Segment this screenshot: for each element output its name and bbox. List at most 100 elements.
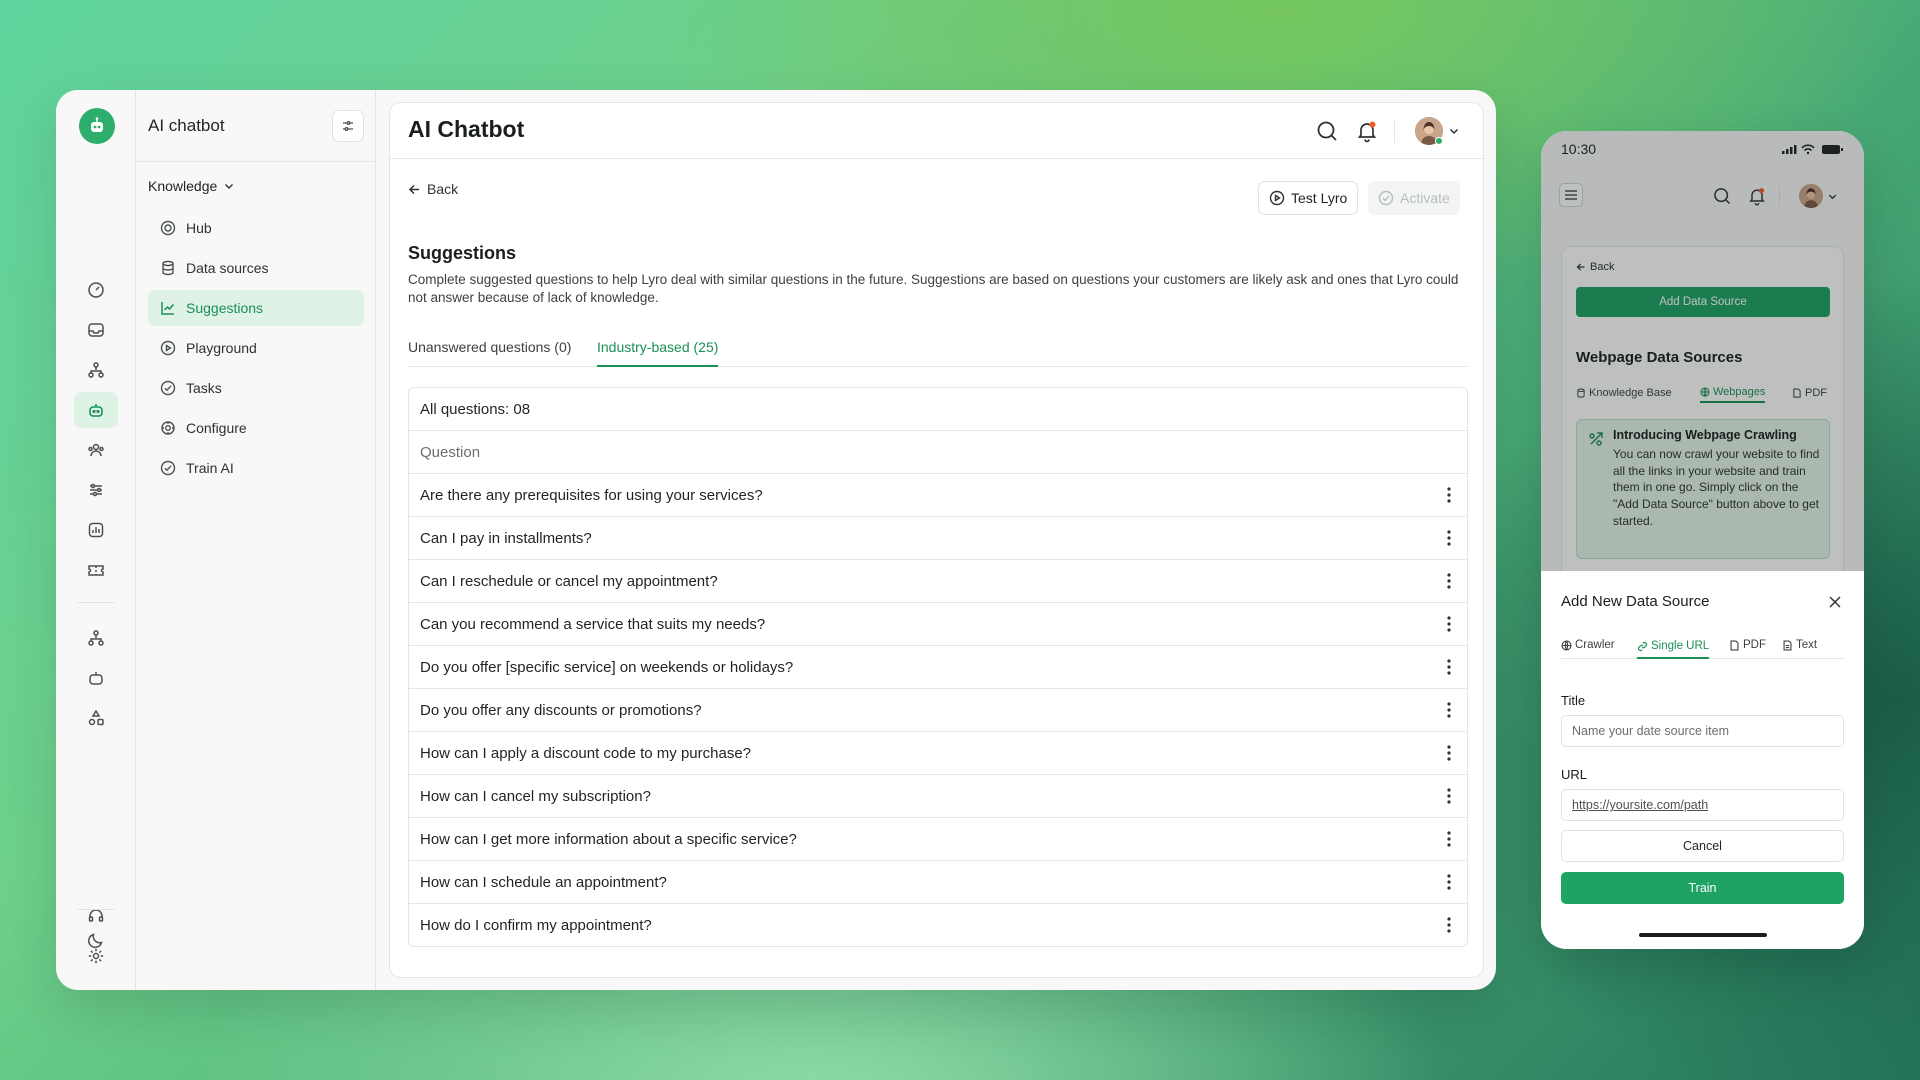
more-options-icon[interactable] bbox=[1447, 873, 1451, 891]
sidebar-item-suggestions[interactable]: Suggestions bbox=[148, 290, 364, 326]
sidebar-item-playground[interactable]: Playground bbox=[148, 330, 364, 366]
sidebar-item-hub[interactable]: Hub bbox=[148, 210, 364, 246]
cancel-button[interactable]: Cancel bbox=[1561, 830, 1844, 862]
ticket-icon[interactable] bbox=[74, 552, 118, 588]
knowledge-group-label: Knowledge bbox=[148, 178, 218, 194]
more-options-icon[interactable] bbox=[1447, 830, 1451, 848]
tab-pdf[interactable]: PDF bbox=[1729, 635, 1766, 655]
table-row[interactable]: Do you offer [specific service] on weeke… bbox=[409, 646, 1467, 689]
bot-icon[interactable] bbox=[74, 660, 118, 696]
table-row[interactable]: How can I cancel my subscription? bbox=[409, 775, 1467, 818]
table-row[interactable]: Can I pay in installments? bbox=[409, 517, 1467, 560]
table-row[interactable]: How can I schedule an appointment? bbox=[409, 861, 1467, 904]
sidebar-item-label: Data sources bbox=[186, 260, 269, 276]
add-data-source-sheet: Add New Data Source Crawler Single URL P… bbox=[1541, 571, 1864, 949]
test-lyro-label: Test Lyro bbox=[1291, 190, 1348, 206]
tab-single-url[interactable]: Single URL bbox=[1637, 635, 1710, 659]
modal-backdrop[interactable] bbox=[1541, 131, 1864, 571]
home-indicator bbox=[1639, 933, 1767, 937]
link-icon bbox=[1637, 641, 1648, 651]
url-label: URL bbox=[1561, 767, 1588, 782]
inbox-icon[interactable] bbox=[74, 312, 118, 348]
back-link[interactable]: Back bbox=[408, 181, 458, 197]
more-options-icon[interactable] bbox=[1447, 486, 1451, 504]
analytics-icon[interactable] bbox=[74, 512, 118, 548]
table-row[interactable]: Are there any prerequisites for using yo… bbox=[409, 474, 1467, 517]
tab-industry-based[interactable]: Industry-based (25) bbox=[597, 339, 719, 367]
sidebar-item-train-ai[interactable]: Train AI bbox=[148, 450, 364, 486]
more-options-icon[interactable] bbox=[1447, 615, 1451, 633]
more-options-icon[interactable] bbox=[1447, 529, 1451, 547]
question-text: Can I reschedule or cancel my appointmen… bbox=[420, 572, 718, 590]
table-row[interactable]: How can I apply a discount code to my pu… bbox=[409, 732, 1467, 775]
sidebar-title: AI chatbot bbox=[148, 116, 225, 135]
question-text: How do I confirm my appointment? bbox=[420, 917, 652, 934]
chevron-down-icon bbox=[225, 184, 234, 189]
knowledge-group-toggle[interactable]: Knowledge bbox=[148, 178, 235, 194]
train-button[interactable]: Train bbox=[1561, 872, 1844, 904]
table-row[interactable]: Do you offer any discounts or promotions… bbox=[409, 689, 1467, 732]
sidebar-item-data-sources[interactable]: Data sources bbox=[148, 250, 364, 286]
back-label: Back bbox=[427, 181, 459, 197]
globe-icon bbox=[1561, 639, 1572, 651]
more-options-icon[interactable] bbox=[1447, 744, 1451, 762]
arrow-left-icon bbox=[408, 184, 419, 194]
tab-label: Crawler bbox=[1575, 639, 1615, 651]
sidebar-item-configure[interactable]: Configure bbox=[148, 410, 364, 446]
more-options-icon[interactable] bbox=[1447, 787, 1451, 805]
question-text: How can I cancel my subscription? bbox=[420, 787, 651, 805]
dashboard-icon[interactable] bbox=[74, 272, 118, 308]
question-text: Do you offer [specific service] on weeke… bbox=[420, 658, 794, 676]
tab-crawler[interactable]: Crawler bbox=[1561, 635, 1615, 655]
question-text: Can I pay in installments? bbox=[420, 529, 592, 547]
page-title: AI Chatbot bbox=[408, 116, 525, 142]
topbar-divider bbox=[1394, 119, 1395, 143]
desktop-window: AI chatbot Knowledge Hub Data sources Su… bbox=[56, 90, 1496, 990]
close-icon[interactable] bbox=[1828, 595, 1842, 609]
more-options-icon[interactable] bbox=[1447, 916, 1451, 934]
sidebar-item-label: Hub bbox=[186, 220, 212, 236]
url-input[interactable]: https://yoursite.com/path bbox=[1561, 789, 1844, 821]
table-row[interactable]: Can I reschedule or cancel my appointmen… bbox=[409, 560, 1467, 603]
questions-table: All questions: 08 Question Are there any… bbox=[408, 387, 1468, 947]
phone-mockup: 10:30 Back Add Data Source Webpage Data … bbox=[1541, 131, 1864, 949]
more-options-icon[interactable] bbox=[1447, 572, 1451, 590]
search-icon[interactable] bbox=[1315, 119, 1339, 143]
question-text: How can I schedule an appointment? bbox=[420, 873, 667, 891]
topbar: AI Chatbot bbox=[390, 103, 1483, 159]
more-options-icon[interactable] bbox=[1447, 701, 1451, 719]
icon-rail bbox=[56, 90, 136, 990]
tab-label: PDF bbox=[1743, 639, 1766, 651]
sitemap-icon[interactable] bbox=[74, 620, 118, 656]
table-row[interactable]: Can you recommend a service that suits m… bbox=[409, 603, 1467, 646]
play-circle-icon bbox=[1269, 190, 1285, 206]
more-options-icon[interactable] bbox=[1447, 658, 1451, 676]
table-row[interactable]: How can I get more information about a s… bbox=[409, 818, 1467, 861]
tab-unanswered-questions[interactable]: Unanswered questions (0) bbox=[408, 339, 571, 367]
activate-button[interactable]: Activate bbox=[1368, 181, 1460, 215]
chevron-down-icon[interactable] bbox=[1448, 125, 1460, 137]
users-icon[interactable] bbox=[74, 432, 118, 468]
shapes-icon[interactable] bbox=[74, 700, 118, 736]
flow-icon[interactable] bbox=[74, 352, 118, 388]
test-lyro-button[interactable]: Test Lyro bbox=[1258, 181, 1359, 215]
document-icon bbox=[1783, 639, 1792, 651]
chatbot-icon[interactable] bbox=[74, 392, 118, 428]
title-label: Title bbox=[1561, 693, 1586, 708]
sliders-icon[interactable] bbox=[74, 472, 118, 508]
dark-mode-toggle[interactable] bbox=[74, 922, 118, 958]
bot-logo-icon[interactable] bbox=[79, 108, 115, 144]
tab-label: Text bbox=[1796, 639, 1818, 651]
question-text: Are there any prerequisites for using yo… bbox=[420, 486, 763, 504]
sidebar-item-tasks[interactable]: Tasks bbox=[148, 370, 364, 406]
check-circle-icon bbox=[160, 460, 176, 476]
section-description: Complete suggested questions to help Lyr… bbox=[408, 272, 1459, 305]
phone-page: 10:30 Back Add Data Source Webpage Data … bbox=[1541, 131, 1864, 586]
bell-icon[interactable] bbox=[1355, 119, 1379, 143]
collapse-sidebar-button[interactable] bbox=[332, 110, 364, 142]
hub-icon bbox=[160, 220, 176, 236]
question-text: How can I apply a discount code to my pu… bbox=[420, 744, 752, 762]
table-row[interactable]: How do I confirm my appointment? bbox=[409, 904, 1467, 946]
tab-text[interactable]: Text bbox=[1782, 635, 1817, 655]
title-input[interactable]: Name your date source item bbox=[1561, 715, 1844, 747]
